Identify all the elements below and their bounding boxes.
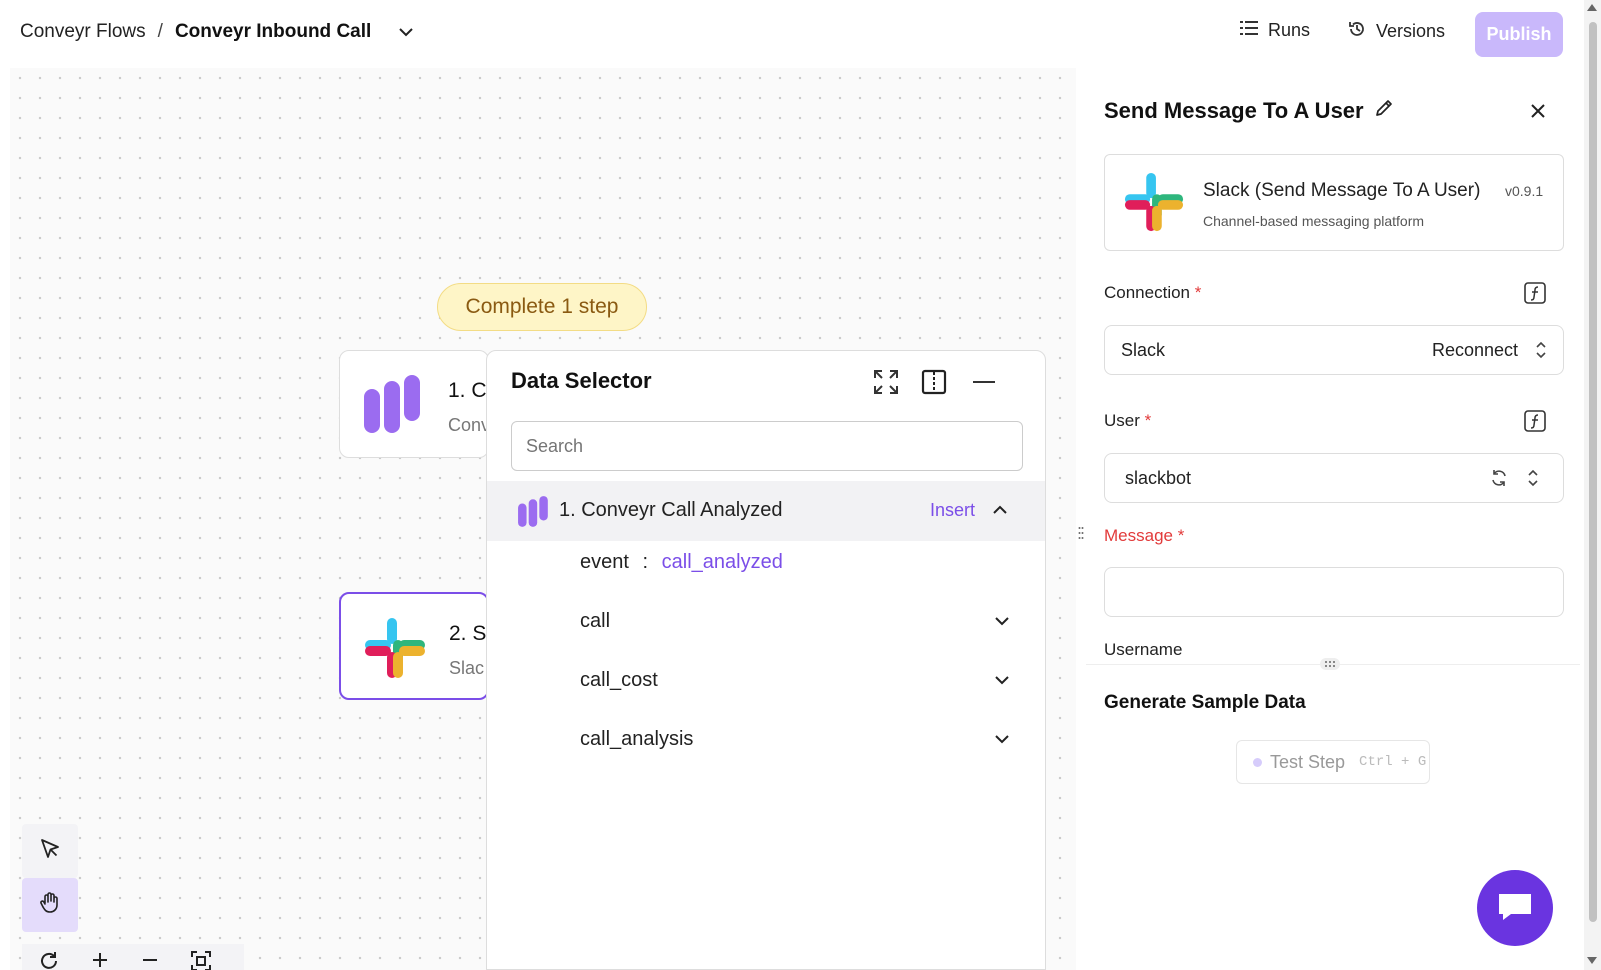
versions-label: Versions (1376, 21, 1446, 41)
sample-data-title: Generate Sample Data (1104, 692, 1306, 713)
resize-handle-icon[interactable] (1320, 657, 1340, 670)
step-label: 1. Conveyr Call Analyzed (559, 499, 783, 521)
step-subtitle: Conv (448, 415, 491, 435)
data-selector-panel: Data Selector 1. Conveyr Call Analyzed I… (486, 350, 1046, 970)
user-label-text: User (1104, 411, 1140, 430)
keyboard-shortcut: Ctrl + G (1359, 754, 1427, 770)
pan-tool-button[interactable] (22, 878, 78, 932)
scrollbar-thumb[interactable] (1589, 22, 1597, 922)
panel-title: Send Message To A User (1104, 98, 1394, 124)
data-item-call-cost[interactable]: call_cost (580, 669, 658, 692)
data-selector-title: Data Selector (511, 368, 652, 393)
refresh-icon[interactable] (38, 950, 60, 970)
chevron-up-icon[interactable] (993, 501, 1011, 519)
breadcrumb-parent-link[interactable]: Conveyr Flows (20, 21, 146, 43)
zoom-out-icon[interactable] (140, 950, 160, 970)
minimize-icon[interactable] (969, 367, 999, 397)
data-selector-step-row[interactable]: 1. Conveyr Call Analyzed Insert (487, 481, 1045, 541)
connection-label: Connection * (1104, 283, 1201, 303)
connection-label-text: Connection (1104, 283, 1191, 302)
step-node-trigger[interactable]: 1. C Conv (339, 350, 491, 458)
data-item-key: event (580, 551, 629, 573)
step-name[interactable]: Send Message To A User (1104, 98, 1364, 124)
piece-info-card: Slack (Send Message To A User) v0.9.1 Ch… (1104, 154, 1564, 251)
updown-chevron-icon (1525, 468, 1541, 488)
section-divider (1086, 664, 1580, 665)
data-item-key: call_analysis (580, 728, 694, 750)
select-tool-button[interactable] (22, 824, 78, 878)
conveyr-logo-icon (362, 373, 426, 437)
required-marker: * (1194, 283, 1202, 302)
user-value: slackbot (1125, 468, 1192, 488)
slack-logo-icon (363, 616, 427, 680)
status-dot (1253, 757, 1262, 767)
pencil-icon[interactable] (1374, 98, 1394, 124)
message-label-text: Message (1104, 526, 1173, 545)
step-node-slack[interactable]: 2. S Slac (339, 592, 489, 700)
required-marker: * (1144, 411, 1152, 430)
runs-label: Runs (1268, 20, 1311, 40)
data-item-event[interactable]: event : call_analyzed (580, 551, 783, 574)
data-item-call[interactable]: call (580, 610, 610, 633)
hand-icon (38, 891, 62, 920)
close-icon[interactable] (1528, 101, 1548, 121)
data-item-separator: : (642, 551, 649, 573)
chevron-down-icon[interactable] (995, 731, 1013, 749)
step-title: 1. C (448, 379, 487, 402)
chevron-down-icon[interactable] (995, 672, 1013, 690)
runs-button[interactable]: Runs (1240, 20, 1310, 41)
conveyr-logo-icon (517, 495, 551, 529)
zoom-in-icon[interactable] (90, 950, 110, 970)
chat-button[interactable] (1477, 870, 1553, 946)
drag-handle-icon[interactable] (1078, 526, 1084, 540)
data-item-call-analysis[interactable]: call_analysis (580, 728, 693, 751)
flow-name[interactable]: Conveyr Inbound Call (175, 21, 371, 43)
versions-button[interactable]: Versions (1348, 20, 1445, 43)
test-step-label: Test Step (1270, 751, 1346, 772)
breadcrumb-separator: / (157, 21, 163, 42)
user-select[interactable]: slackbot (1104, 453, 1564, 503)
updown-chevron-icon (1533, 340, 1549, 360)
connection-value: Slack (1121, 340, 1166, 360)
piece-version: v0.9.1 (1505, 183, 1544, 199)
step-subtitle: Slac (449, 658, 485, 678)
chevron-down-icon[interactable] (397, 23, 415, 41)
data-item-value: call_analyzed (661, 551, 783, 573)
username-label: Username (1104, 640, 1183, 659)
insert-button[interactable]: Insert (930, 500, 975, 521)
fit-view-icon[interactable] (190, 950, 212, 970)
user-label: User * (1104, 411, 1151, 431)
chat-bubble-icon (1497, 890, 1533, 927)
message-label: Message * (1104, 526, 1184, 546)
publish-button[interactable]: Publish (1475, 12, 1563, 57)
data-item-key: call_cost (580, 669, 658, 691)
scroll-down-icon[interactable] (1587, 957, 1597, 964)
data-selector-search-input[interactable] (511, 421, 1023, 471)
top-bar: Conveyr Flows / Conveyr Inbound Call Run… (0, 0, 1580, 68)
history-icon (1348, 20, 1366, 43)
list-icon (1240, 20, 1258, 41)
test-step-button[interactable]: Test Step Ctrl + G (1236, 740, 1430, 784)
connection-select[interactable]: Slack Reconnect (1104, 325, 1564, 375)
slack-logo-icon (1123, 171, 1185, 233)
panel-divider[interactable] (1076, 68, 1086, 970)
function-toggle-icon[interactable] (1524, 282, 1546, 304)
dock-panel-icon[interactable] (919, 367, 949, 397)
reconnect-button[interactable]: Reconnect (1432, 340, 1518, 361)
step-title: 2. S (449, 622, 487, 645)
piece-description: Channel-based messaging platform (1203, 213, 1425, 229)
refresh-icon[interactable] (1489, 468, 1509, 488)
message-input[interactable] (1104, 567, 1564, 617)
breadcrumb: Conveyr Flows / Conveyr Inbound Call (20, 21, 415, 43)
function-toggle-icon[interactable] (1524, 410, 1546, 432)
expand-icon[interactable] (871, 367, 901, 397)
zoom-toolbar (22, 944, 244, 970)
piece-name: Slack (Send Message To A User) (1203, 180, 1481, 201)
required-marker: * (1177, 526, 1185, 545)
status-pill[interactable]: Complete 1 step (437, 283, 647, 331)
chevron-down-icon[interactable] (995, 613, 1013, 631)
scroll-up-icon[interactable] (1587, 4, 1597, 11)
pointer-icon (39, 838, 61, 865)
data-item-key: call (580, 610, 611, 632)
